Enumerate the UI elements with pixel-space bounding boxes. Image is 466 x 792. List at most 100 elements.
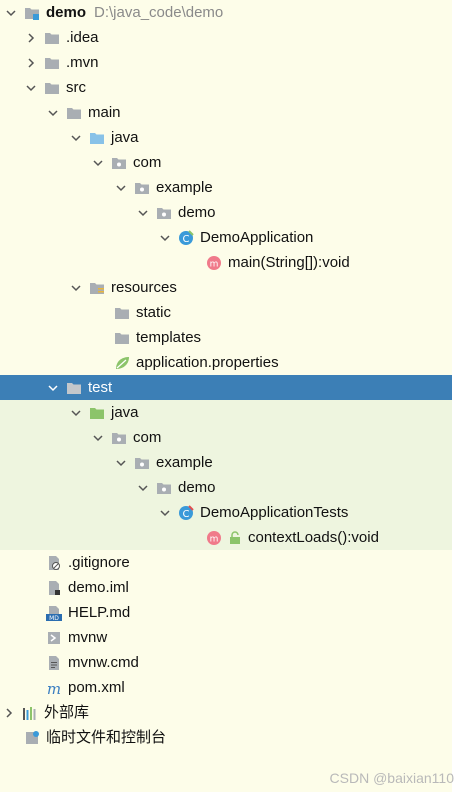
svg-text:C: C: [183, 234, 190, 245]
tree-row-demo-application-tests[interactable]: C DemoApplicationTests: [0, 500, 452, 525]
tree-row-mvnw-cmd[interactable]: mvnw.cmd: [0, 650, 452, 675]
svg-text:m: m: [47, 680, 61, 696]
tree-item-label: src: [66, 79, 86, 96]
folder-icon: [44, 30, 60, 46]
tree-item-label: com: [133, 154, 162, 171]
folder-icon: [66, 105, 82, 121]
iml-file-icon: [46, 580, 62, 596]
chevron-down-icon[interactable]: [24, 81, 38, 95]
chevron-down-icon[interactable]: [136, 481, 150, 495]
folder-icon: [114, 330, 130, 346]
chevron-down-icon[interactable]: [69, 406, 83, 420]
chevron-down-icon[interactable]: [114, 181, 128, 195]
source-folder-icon: [89, 130, 105, 146]
package-icon: [111, 430, 127, 446]
tree-item-label: main: [88, 104, 121, 121]
tree-row-test-example[interactable]: example: [0, 450, 452, 475]
tree-item-label: pom.xml: [68, 679, 125, 696]
tree-item-label: DemoApplication: [200, 229, 314, 246]
scrollbar-gutter: [452, 0, 466, 792]
tree-item-label: com: [133, 429, 162, 446]
package-icon: [156, 480, 172, 496]
tree-item-label: resources: [111, 279, 177, 296]
chevron-right-icon[interactable]: [2, 706, 16, 720]
tree-row-application-properties[interactable]: application.properties: [0, 350, 452, 375]
tree-item-label: 临时文件和控制台: [46, 729, 167, 746]
tree-item-label: static: [136, 304, 172, 321]
method-icon: m: [206, 530, 222, 546]
spring-class-icon: C: [178, 229, 194, 246]
tree-row-mvn[interactable]: .mvn: [0, 50, 452, 75]
tree-item-label: .gitignore: [68, 554, 130, 571]
folder-icon: [66, 380, 82, 396]
chevron-down-icon[interactable]: [46, 381, 60, 395]
test-class-icon: C: [178, 504, 194, 521]
tree-row-src[interactable]: src: [0, 75, 452, 100]
tree-item-label: java: [111, 404, 139, 421]
chevron-down-icon[interactable]: [91, 156, 105, 170]
resources-folder-icon: [89, 280, 105, 296]
tree-row-main-java[interactable]: java: [0, 125, 452, 150]
tree-row-pom-xml[interactable]: m pom.xml: [0, 675, 452, 700]
tree-row-mvnw[interactable]: mvnw: [0, 625, 452, 650]
chevron-down-icon[interactable]: [91, 431, 105, 445]
svg-text:m: m: [210, 534, 219, 544]
tree-row-templates[interactable]: templates: [0, 325, 452, 350]
tree-item-label: mvnw.cmd: [68, 654, 139, 671]
tree-item-label: demo: [178, 479, 216, 496]
maven-file-icon: m: [46, 680, 62, 698]
chevron-right-icon[interactable]: [24, 56, 38, 70]
chevron-down-icon[interactable]: [69, 281, 83, 295]
tree-row-resources[interactable]: resources: [0, 275, 452, 300]
tree-item-label: templates: [136, 329, 202, 346]
tree-row-test-com[interactable]: com: [0, 425, 452, 450]
tree-row-main-example[interactable]: example: [0, 175, 452, 200]
package-icon: [111, 155, 127, 171]
tree-row-test[interactable]: test: [0, 375, 452, 400]
tree-row-demo-iml[interactable]: demo.iml: [0, 575, 452, 600]
tree-row-context-loads[interactable]: m contextLoads():void: [0, 525, 452, 550]
chevron-down-icon[interactable]: [136, 206, 150, 220]
chevron-right-icon[interactable]: [24, 31, 38, 45]
tree-row-gitignore[interactable]: .gitignore: [0, 550, 452, 575]
tree-row-static[interactable]: static: [0, 300, 452, 325]
tree-row-external-libraries[interactable]: 外部库: [0, 700, 452, 725]
tree-row-help-md[interactable]: MD HELP.md: [0, 600, 452, 625]
tree-row-idea[interactable]: .idea: [0, 25, 452, 50]
markdown-file-icon: MD: [46, 605, 62, 622]
package-private-lock-icon: [228, 530, 242, 546]
chevron-down-icon[interactable]: [46, 106, 60, 120]
tree-row-root-demo[interactable]: demo D:\java_code\demo: [0, 0, 452, 25]
chevron-down-icon[interactable]: [158, 506, 172, 520]
chevron-down-icon[interactable]: [158, 231, 172, 245]
tree-row-main-method[interactable]: m main(String[]):void: [0, 250, 452, 275]
project-tree: demo D:\java_code\demo .idea .mvn src ma…: [0, 0, 452, 792]
folder-icon: [44, 55, 60, 71]
tree-row-test-java[interactable]: java: [0, 400, 452, 425]
text-file-icon: [46, 655, 62, 671]
tree-row-main-com[interactable]: com: [0, 150, 452, 175]
tree-item-label: example: [156, 179, 213, 196]
chevron-down-icon[interactable]: [114, 456, 128, 470]
tree-item-label: application.properties: [136, 354, 279, 371]
folder-icon: [44, 80, 60, 96]
tree-item-label: test: [88, 379, 113, 396]
module-folder-icon: [24, 5, 40, 21]
tree-item-label: HELP.md: [68, 604, 131, 621]
ignore-file-icon: [46, 555, 62, 571]
tree-item-label: java: [111, 129, 139, 146]
tree-item-label: mvnw: [68, 629, 108, 646]
tree-row-main[interactable]: main: [0, 100, 452, 125]
tree-row-demo-application[interactable]: C DemoApplication: [0, 225, 452, 250]
tree-row-test-demo[interactable]: demo: [0, 475, 452, 500]
tree-row-main-demo[interactable]: demo: [0, 200, 452, 225]
chevron-down-icon[interactable]: [69, 131, 83, 145]
tree-item-label: demo: [178, 204, 216, 221]
tree-item-label: contextLoads():void: [248, 529, 379, 546]
tree-item-label: DemoApplicationTests: [200, 504, 349, 521]
package-icon: [134, 455, 150, 471]
chevron-down-icon[interactable]: [4, 6, 18, 20]
method-icon: m: [206, 255, 222, 271]
tree-row-scratches-consoles[interactable]: 临时文件和控制台: [0, 725, 452, 750]
package-icon: [134, 180, 150, 196]
